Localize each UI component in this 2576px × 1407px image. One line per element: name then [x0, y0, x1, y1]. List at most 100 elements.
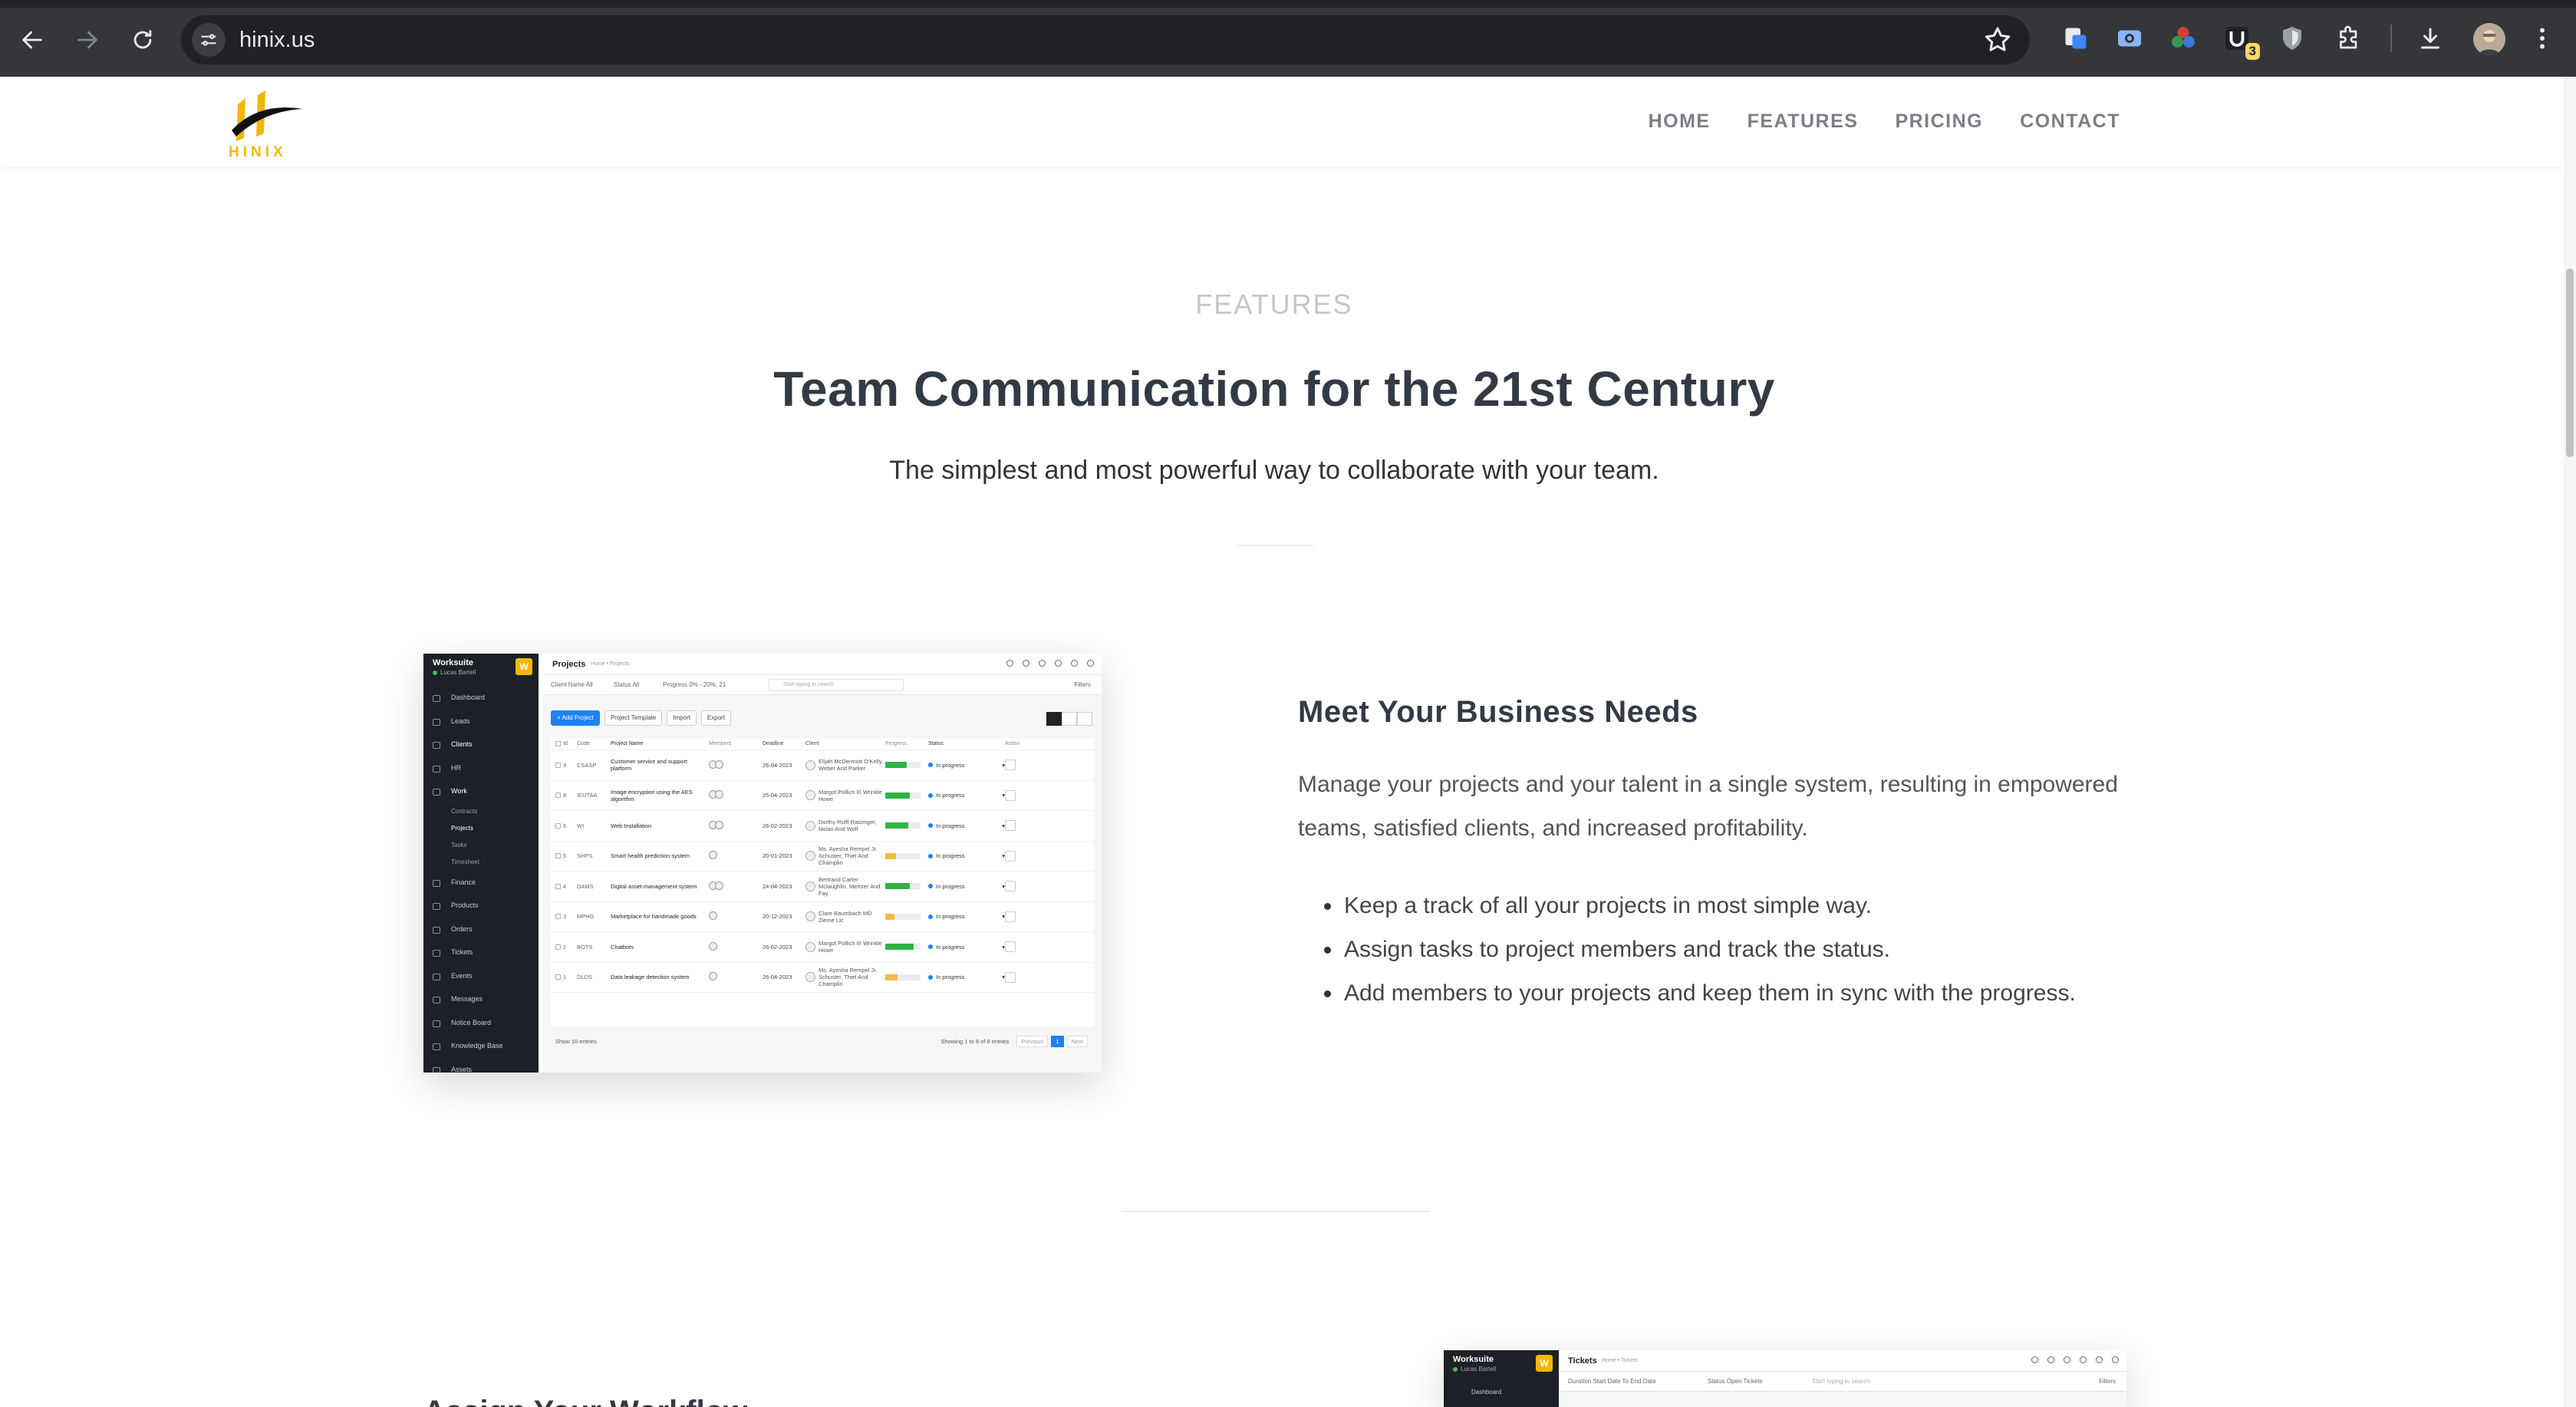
mock-pagination: Previous 1 Next [1016, 1035, 1088, 1047]
row-members [709, 820, 763, 831]
row-status: In progress ▾ [928, 792, 1005, 799]
row-action [1005, 820, 1023, 832]
mock-sidebar-item: Work [423, 779, 539, 803]
mock-sidebar-item: Leads [423, 710, 539, 733]
url-text[interactable]: hinix.us [239, 26, 315, 54]
nav-pricing[interactable]: PRICING [1895, 110, 1983, 133]
member-avatar [709, 972, 717, 981]
reload-button[interactable] [123, 20, 163, 60]
scrollbar-thumb[interactable] [2566, 269, 2574, 457]
row-progress [885, 944, 928, 951]
mock-sidebar: Worksuite Lucas Bartell W Dashboard Leads… [423, 654, 539, 1073]
client-name: Ms. Ayesha Rempel Jr. Schuster, Thiel An… [819, 967, 878, 988]
row-checkbox [551, 944, 563, 950]
tune-icon [201, 34, 216, 46]
list-view-icon [1046, 712, 1062, 726]
tab-manager-icon [2065, 28, 2087, 49]
browser-menu-button[interactable] [2527, 23, 2558, 54]
extension-badge-icon[interactable]: 3 [2222, 23, 2260, 60]
mock-client-filter: Client Name All [551, 681, 593, 688]
back-button[interactable] [12, 20, 52, 60]
profile-avatar[interactable] [2473, 23, 2505, 55]
bookmark-star-icon[interactable] [1982, 25, 2013, 55]
settings-icon [1055, 660, 1062, 667]
address-bar[interactable]: hinix.us [181, 15, 2030, 64]
row-code: BOTS [577, 943, 593, 951]
site-info-button[interactable] [192, 23, 226, 57]
page-scrollbar[interactable] [2564, 77, 2576, 1407]
row-project-name: Chatbots [611, 943, 634, 951]
row-code: CSASP [577, 761, 597, 769]
client-avatar [805, 941, 815, 952]
nav-features[interactable]: FEATURES [1748, 110, 1859, 133]
row-progress [885, 913, 928, 920]
row-id: 1 [563, 974, 567, 981]
client-avatar [805, 881, 815, 891]
mock-main: Projects Home • Projects Client Name All… [543, 654, 1102, 1073]
mock-filter-bar: Client Name All Status All Progress 0% -… [543, 675, 1102, 695]
mock-prev-page: Previous [1016, 1035, 1049, 1047]
row-project-name: Customer service and support platform [611, 758, 688, 773]
mock-sidebar-item: Dashboard [423, 686, 539, 710]
mock-sidebar-item: Orders [423, 918, 539, 941]
client-name: Bertrand Carter Mclaughlin, Mertzer And … [819, 875, 881, 897]
col-client: Client [805, 741, 819, 746]
mock-sidebar-item: Notice Board [423, 1011, 539, 1035]
mock-progress-filter: Progress 0% - 20%, 21 [663, 681, 726, 688]
row-project-name: Web Installation [611, 822, 652, 829]
progress-fill [885, 822, 908, 829]
extension-screen-icon[interactable] [2114, 23, 2145, 54]
col-deadline: Deadline [763, 741, 784, 746]
downloads-button[interactable] [2415, 23, 2446, 54]
progress-bar [885, 852, 921, 859]
status-dot [928, 823, 933, 829]
status-label: In progress [936, 792, 965, 799]
mock-sidebar-subitem: Timesheet [451, 858, 480, 865]
client-avatar [805, 851, 815, 862]
row-status: In progress ▾ [928, 944, 1005, 951]
extensions-menu-button[interactable] [2334, 23, 2364, 54]
extension-tab-icon[interactable] [2060, 23, 2091, 54]
mock2-breadcrumb: Home • Tickets [1602, 1358, 1638, 1363]
browser-toolbar: hinix.us 3 [0, 0, 2576, 77]
extension-color-icon[interactable] [2168, 23, 2199, 54]
row-project-name: Digital asset management system [611, 882, 697, 890]
client-avatar [805, 760, 815, 770]
row-members [709, 851, 763, 861]
row-status: In progress ▾ [928, 913, 1005, 920]
extension-shield-icon[interactable] [2277, 23, 2308, 54]
checkbox-box [555, 822, 561, 829]
forward-arrow-icon [77, 31, 97, 49]
nav-home[interactable]: HOME [1649, 110, 1711, 133]
mock-table-row: 1 DLDS Data leakage detection system 26-04-… [551, 963, 1094, 993]
forward-button[interactable] [68, 20, 107, 60]
mock-sidebar-item: Messages [423, 987, 539, 1011]
feature-title: Meet Your Business Needs [1298, 695, 1698, 729]
row-deadline: 24-04-2023 [763, 882, 792, 890]
row-deadline: 20-12-2023 [763, 913, 792, 921]
download-icon [2421, 28, 2439, 49]
note-icon [2047, 1356, 2054, 1363]
row-members [709, 911, 763, 921]
row-id: 5 [563, 852, 567, 860]
feature-bullet: Assign tasks to project members and trac… [1324, 928, 2188, 971]
online-dot [1453, 1367, 1458, 1372]
row-project-name: Data leakage detection system [611, 974, 690, 981]
row-code: IEUTAA [577, 792, 598, 799]
nav-contact[interactable]: CONTACT [2020, 110, 2120, 133]
more-actions-icon [1005, 971, 1016, 983]
projects-app-screenshot: Worksuite Lucas Bartell W Dashboard Leads… [423, 654, 1102, 1073]
mock-sidebar-item: Finance [423, 871, 539, 895]
mock-add-project-button: + Add Project [551, 710, 600, 726]
tickets-app-screenshot: Worksuite Lucas Bartell W Dashboard Tick… [1444, 1350, 2126, 1407]
status-label: In progress [936, 852, 965, 860]
site-header: HINIX HOME FEATURES PRICING CONTACT [0, 77, 2564, 167]
mock2-status-filter: Status Open Tickets [1708, 1378, 1763, 1385]
row-code: WI [577, 822, 585, 829]
mock2-logo: W [1536, 1355, 1553, 1372]
power-icon [2112, 1356, 2119, 1363]
col-status: Status [928, 741, 944, 746]
search-icon [1006, 660, 1013, 667]
mock2-sidebar: Worksuite Lucas Bartell W Dashboard [1444, 1350, 1559, 1407]
member-avatar [715, 820, 723, 829]
